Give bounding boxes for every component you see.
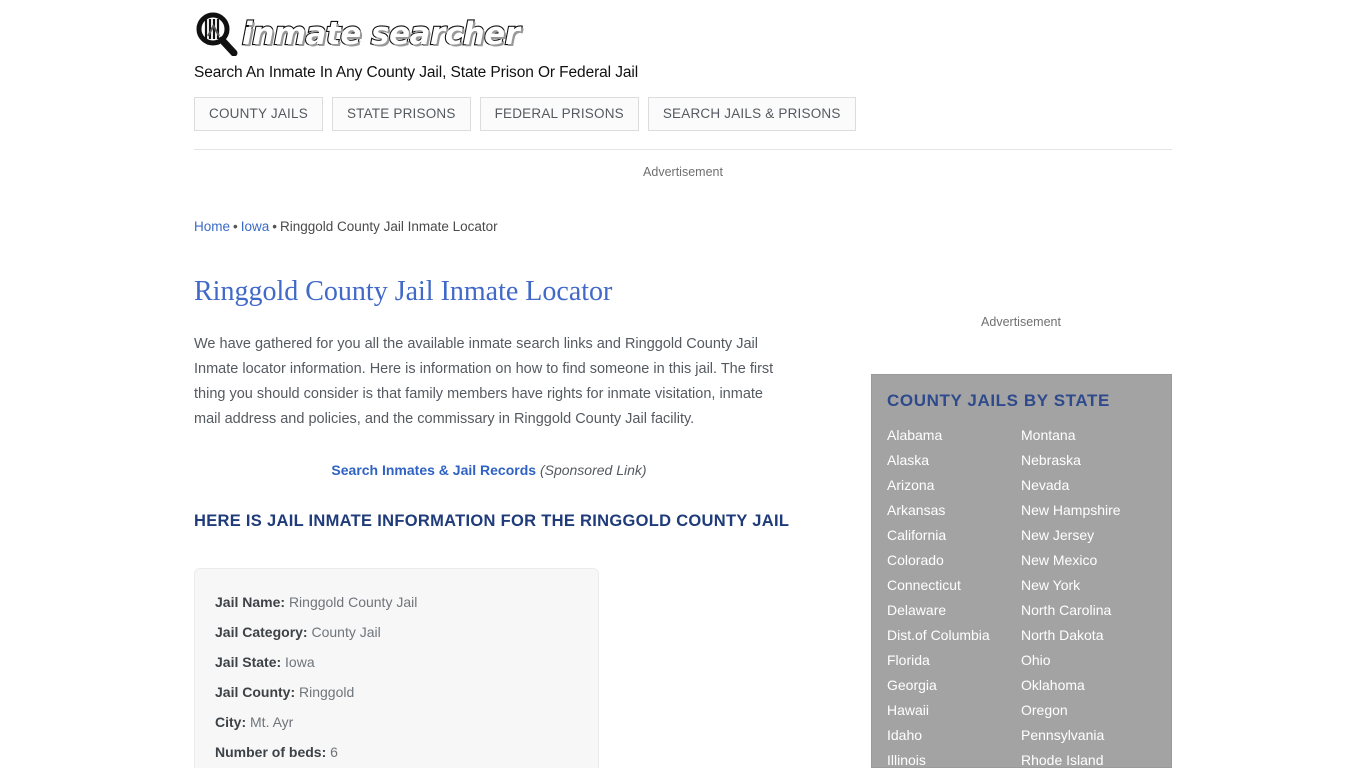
- state-link-hawaii[interactable]: Hawaii: [887, 698, 1021, 723]
- info-value: Ringgold County Jail: [288, 594, 418, 610]
- breadcrumb-separator-1: •: [233, 219, 238, 234]
- state-link-north-carolina[interactable]: North Carolina: [1021, 598, 1155, 623]
- page-root: inmate searcher Search An Inmate In Any …: [0, 0, 1366, 768]
- state-link-california[interactable]: California: [887, 523, 1021, 548]
- main-content: Home • Iowa • Ringgold County Jail Inmate Lo…: [194, 218, 814, 768]
- nav-item-county-jails[interactable]: COUNTY JAILS: [194, 97, 323, 131]
- header-divider: [194, 149, 1172, 150]
- info-row: Jail Category: County Jail: [215, 617, 598, 647]
- jail-information-box: Jail Name: Ringgold County Jail Jail Cat…: [194, 568, 599, 768]
- info-label: Jail Category:: [215, 624, 308, 640]
- info-label: Jail State:: [215, 654, 282, 670]
- state-link-new-mexico[interactable]: New Mexico: [1021, 548, 1155, 573]
- breadcrumb-home[interactable]: Home: [194, 219, 230, 234]
- state-link-idaho[interactable]: Idaho: [887, 723, 1021, 748]
- sidebar-heading: County Jails By State: [887, 391, 1110, 410]
- search-inmates-jail-records-link[interactable]: Search Inmates & Jail Records: [331, 462, 536, 478]
- info-value: 6: [330, 744, 338, 760]
- breadcrumb-current: Ringgold County Jail Inmate Locator: [280, 219, 498, 234]
- info-label: Jail County:: [215, 684, 296, 700]
- advertisement-label-sidebar: Advertisement: [981, 315, 1061, 329]
- state-link-rhode-island[interactable]: Rhode Island: [1021, 748, 1155, 767]
- state-link-pennsylvania[interactable]: Pennsylvania: [1021, 723, 1155, 748]
- info-row: Jail State: Iowa: [215, 647, 598, 677]
- state-link-oregon[interactable]: Oregon: [1021, 698, 1155, 723]
- magnifier-jail-bars-icon: [194, 12, 240, 57]
- state-link-columns: Alabama Alaska Arizona Arkansas Californ…: [887, 423, 1171, 767]
- site-header: inmate searcher Search An Inmate In Any …: [194, 10, 1172, 82]
- info-label: Jail Name:: [215, 594, 286, 610]
- state-link-delaware[interactable]: Delaware: [887, 598, 1021, 623]
- sidebar-county-jails-by-state: County Jails By State Alabama Alaska Ari…: [871, 374, 1172, 768]
- state-link-connecticut[interactable]: Connecticut: [887, 573, 1021, 598]
- state-link-north-dakota[interactable]: North Dakota: [1021, 623, 1155, 648]
- page-title: Ringgold County Jail Inmate Locator: [194, 276, 613, 307]
- state-link-illinois[interactable]: Illinois: [887, 748, 1021, 767]
- site-tagline: Search An Inmate In Any County Jail, Sta…: [194, 64, 639, 81]
- nav-item-federal-prisons[interactable]: FEDERAL PRISONS: [479, 97, 639, 131]
- breadcrumb-separator-2: •: [272, 219, 278, 234]
- info-row: Number of beds: 6: [215, 737, 598, 767]
- main-navigation: COUNTY JAILS STATE PRISONS FEDERAL PRISO…: [194, 97, 856, 131]
- state-column-right: Montana Nebraska Nevada New Hampshire Ne…: [1021, 423, 1155, 767]
- section-heading-jail-information: Here is Jail Inmate Information for the …: [194, 512, 790, 530]
- breadcrumb: Home • Iowa • Ringgold County Jail Inmate Lo…: [194, 218, 814, 236]
- info-value: Ringgold: [299, 684, 355, 700]
- state-column-left: Alabama Alaska Arizona Arkansas Californ…: [887, 423, 1021, 767]
- advertisement-label-top: Advertisement: [643, 165, 723, 179]
- info-value: Mt. Ayr: [250, 714, 294, 730]
- breadcrumb-state[interactable]: Iowa: [241, 219, 270, 234]
- state-link-alabama[interactable]: Alabama: [887, 423, 1021, 448]
- state-link-new-jersey[interactable]: New Jersey: [1021, 523, 1155, 548]
- state-link-new-hampshire[interactable]: New Hampshire: [1021, 498, 1155, 523]
- state-link-nevada[interactable]: Nevada: [1021, 473, 1155, 498]
- state-link-georgia[interactable]: Georgia: [887, 673, 1021, 698]
- state-link-colorado[interactable]: Colorado: [887, 548, 1021, 573]
- sponsored-link-note: (Sponsored Link): [539, 462, 647, 478]
- info-value: County Jail: [311, 624, 381, 640]
- info-label: Number of beds:: [215, 744, 327, 760]
- logo[interactable]: inmate searcher: [194, 10, 1172, 58]
- intro-paragraph: We have gathered for you all the availab…: [194, 336, 774, 427]
- state-link-arkansas[interactable]: Arkansas: [887, 498, 1021, 523]
- sponsored-link-row: Search Inmates & Jail Records (Sponsored…: [194, 462, 784, 478]
- info-label: City:: [215, 714, 247, 730]
- state-link-florida[interactable]: Florida: [887, 648, 1021, 673]
- state-link-new-york[interactable]: New York: [1021, 573, 1155, 598]
- state-link-montana[interactable]: Montana: [1021, 423, 1155, 448]
- state-link-ohio[interactable]: Ohio: [1021, 648, 1155, 673]
- state-link-nebraska[interactable]: Nebraska: [1021, 448, 1155, 473]
- info-row: Jail Name: Ringgold County Jail: [215, 587, 598, 617]
- state-link-oklahoma[interactable]: Oklahoma: [1021, 673, 1155, 698]
- logo-text: inmate searcher: [241, 15, 521, 53]
- nav-item-search-jails-prisons[interactable]: SEARCH JAILS & PRISONS: [647, 97, 856, 131]
- info-row: City: Mt. Ayr: [215, 707, 598, 737]
- info-row: Jail County: Ringgold: [215, 677, 598, 707]
- state-link-arizona[interactable]: Arizona: [887, 473, 1021, 498]
- state-link-dist-of-columbia[interactable]: Dist.of Columbia: [887, 623, 1021, 648]
- nav-item-state-prisons[interactable]: STATE PRISONS: [331, 97, 471, 131]
- state-link-alaska[interactable]: Alaska: [887, 448, 1021, 473]
- info-value: Iowa: [285, 654, 315, 670]
